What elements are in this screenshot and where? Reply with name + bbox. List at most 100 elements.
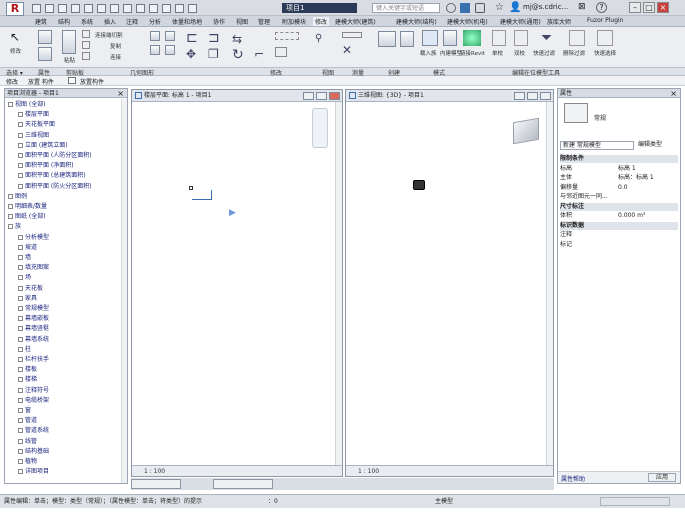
expand-toggle-icon[interactable] xyxy=(18,244,23,250)
move-icon[interactable]: ✥ xyxy=(186,47,196,61)
browser-item[interactable]: 面积平面 (净面积) xyxy=(18,162,74,170)
browser-item[interactable]: 立面 (建筑立面) xyxy=(18,142,68,150)
cut-icon[interactable] xyxy=(82,30,90,38)
tab-insert[interactable]: 插入 xyxy=(104,17,116,26)
expand-toggle-icon[interactable] xyxy=(18,367,23,373)
expand-toggle-icon[interactable] xyxy=(18,275,23,281)
expand-toggle-icon[interactable] xyxy=(18,295,23,301)
browser-item[interactable]: 图例 xyxy=(8,193,27,201)
maximize-button[interactable]: □ xyxy=(643,2,655,13)
expand-toggle-icon[interactable] xyxy=(18,122,23,128)
expand-toggle-icon[interactable] xyxy=(18,163,23,169)
view-icon[interactable] xyxy=(342,32,362,38)
browser-item[interactable]: 柱 xyxy=(18,346,31,354)
properties-icon[interactable] xyxy=(38,30,52,44)
browser-scrollbar[interactable] xyxy=(121,99,127,483)
subscription-icon[interactable] xyxy=(460,3,470,13)
browser-item[interactable]: 面积平面 (防火分区面积) xyxy=(18,183,92,191)
expand-toggle-icon[interactable] xyxy=(18,326,23,332)
options-checkbox[interactable] xyxy=(68,77,76,84)
3d-model-object[interactable] xyxy=(413,180,425,190)
expand-toggle-icon[interactable] xyxy=(18,459,23,464)
copy-icon[interactable] xyxy=(82,41,90,49)
app-menu-button[interactable]: R xyxy=(6,2,24,16)
load-family-icon[interactable] xyxy=(422,30,438,46)
double-check-icon[interactable] xyxy=(514,30,528,46)
modify-arrow-icon[interactable]: ↖ xyxy=(10,30,22,44)
expand-toggle-icon[interactable] xyxy=(18,428,23,434)
delete-icon[interactable]: ✕ xyxy=(342,43,352,57)
browser-item[interactable]: 植物 xyxy=(18,458,37,466)
view-minimize-button[interactable] xyxy=(514,92,525,100)
property-value[interactable]: 标高：标高 1 xyxy=(618,174,654,182)
browser-item[interactable]: 视图 (全部) xyxy=(8,101,46,109)
match-icon[interactable] xyxy=(82,52,90,60)
property-row[interactable]: 偏移量 0.0 xyxy=(560,184,678,192)
browser-item[interactable]: 族 xyxy=(8,223,21,231)
pin-icon[interactable]: ⚲ xyxy=(315,33,322,44)
browser-item[interactable]: 坡道 xyxy=(18,244,37,252)
redo-icon[interactable] xyxy=(71,4,80,13)
property-row[interactable]: 主体 标高：标高 1 xyxy=(560,174,678,182)
save-icon[interactable] xyxy=(45,4,54,13)
browser-item[interactable]: 管道 xyxy=(18,417,37,425)
switch-windows-icon[interactable] xyxy=(188,4,197,13)
browser-item[interactable]: 面积平面 (人防分区面积) xyxy=(18,152,92,160)
expand-toggle-icon[interactable] xyxy=(8,102,13,107)
expand-toggle-icon[interactable] xyxy=(18,336,23,342)
category-dropdown[interactable]: 新建 常规模型 xyxy=(560,141,634,150)
favorite-star-icon[interactable]: ☆ xyxy=(495,2,504,13)
property-row[interactable]: 体积 0.000 m³ xyxy=(560,212,678,220)
open-icon[interactable] xyxy=(32,4,41,13)
thin-lines-icon[interactable] xyxy=(162,4,171,13)
browser-item[interactable]: 面积平面 (总建筑面积) xyxy=(18,172,86,180)
expand-toggle-icon[interactable] xyxy=(18,306,23,311)
rotate-icon[interactable]: ↻ xyxy=(232,47,244,63)
remove-filter-icon[interactable] xyxy=(569,30,585,46)
view-restore-button[interactable] xyxy=(316,92,327,100)
align-icon[interactable]: ⊏ xyxy=(186,30,198,46)
view-close-button[interactable] xyxy=(540,92,551,100)
user-icon[interactable]: 👤 xyxy=(509,2,521,13)
paste-icon[interactable] xyxy=(62,30,76,54)
browser-item[interactable]: 天花板 xyxy=(18,285,43,293)
array-icon[interactable] xyxy=(275,47,287,57)
close-button[interactable]: × xyxy=(657,2,669,13)
browser-item[interactable]: 分析模型 xyxy=(18,234,49,242)
tab-collaborate[interactable]: 协作 xyxy=(213,17,225,26)
remove-filter-label[interactable]: 删除过滤 xyxy=(563,49,585,57)
wall-joins-icon[interactable] xyxy=(150,45,160,55)
browser-item[interactable]: 详图项目 xyxy=(18,468,49,476)
property-section[interactable]: 标识数据 xyxy=(560,221,678,230)
load-family-label[interactable]: 载入族 xyxy=(420,49,437,57)
measure-icon[interactable] xyxy=(378,31,396,47)
view-scale[interactable]: 1 : 100 xyxy=(144,468,165,475)
property-value[interactable]: 标高 1 xyxy=(618,165,636,173)
browser-item[interactable]: 栏杆扶手 xyxy=(18,356,49,364)
expand-toggle-icon[interactable] xyxy=(18,132,23,138)
tab-bim-general[interactable]: 建模大师(通用) xyxy=(500,17,541,26)
browser-item[interactable]: 明细表/数量 xyxy=(8,203,47,211)
view-scale[interactable]: 1 : 100 xyxy=(358,468,379,475)
exchange-apps-icon[interactable]: ⊠ xyxy=(578,2,586,12)
browser-item[interactable]: 幕墙嵌板 xyxy=(18,315,49,323)
inplace-model-label[interactable]: 内建模型 xyxy=(440,49,462,57)
search-input[interactable]: 键入关键字或短语 xyxy=(372,3,440,13)
apply-button[interactable]: 应用 xyxy=(648,473,676,482)
view-tab-floor-plan[interactable] xyxy=(131,479,181,489)
tab-addins[interactable]: 附加模块 xyxy=(282,17,306,26)
property-row[interactable]: 标记 xyxy=(560,241,678,249)
browser-item[interactable]: 三维视图 xyxy=(18,132,49,140)
single-check-label[interactable]: 单校 xyxy=(492,49,503,57)
close-icon[interactable]: × xyxy=(670,89,677,98)
expand-toggle-icon[interactable] xyxy=(8,204,13,209)
inplace-model-icon[interactable] xyxy=(443,30,457,46)
view-minimize-button[interactable] xyxy=(303,92,314,100)
browser-item[interactable]: 线管 xyxy=(18,438,37,446)
expand-toggle-icon[interactable] xyxy=(18,255,23,260)
tab-bim-struct[interactable]: 建模大师(结构) xyxy=(396,17,437,26)
expand-toggle-icon[interactable] xyxy=(18,265,23,271)
expand-toggle-icon[interactable] xyxy=(18,346,23,352)
measure-icon[interactable] xyxy=(97,4,106,13)
section-icon[interactable] xyxy=(149,4,158,13)
